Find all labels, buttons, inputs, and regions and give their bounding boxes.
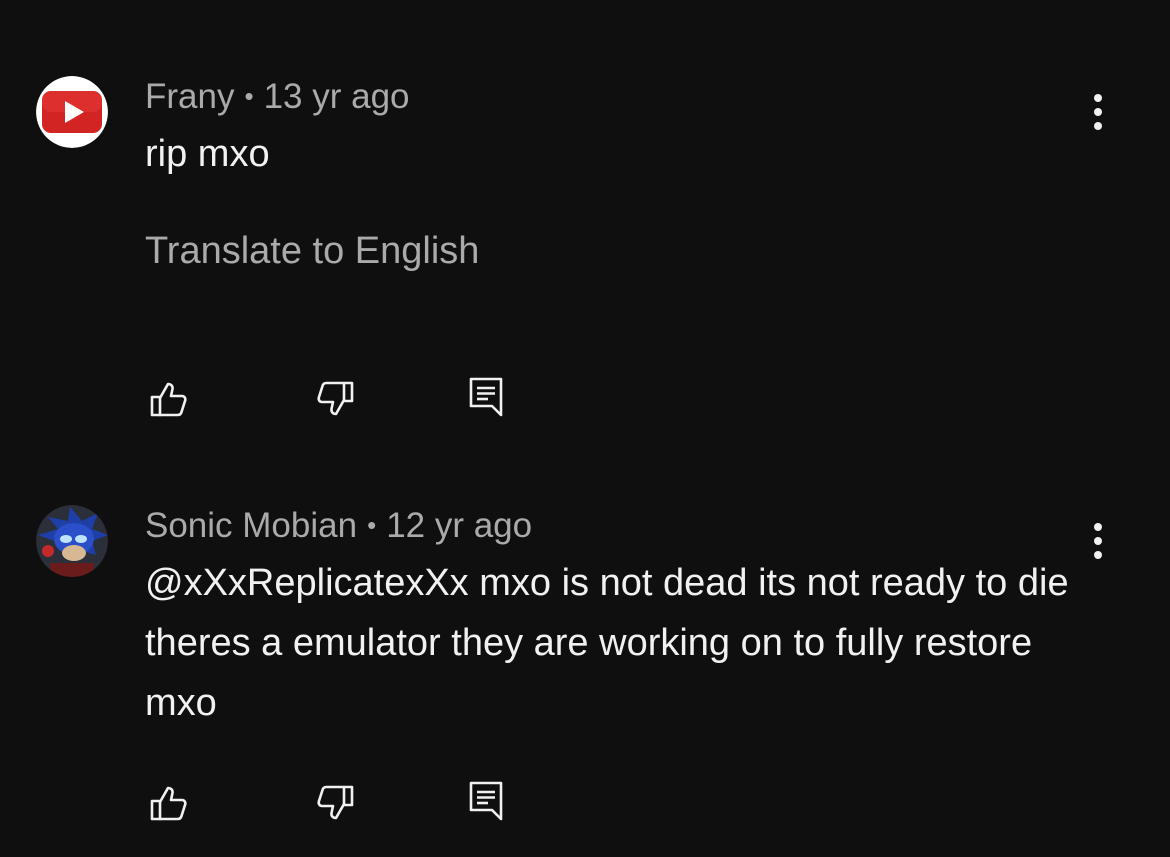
comment-text: @xXxReplicatexXx mxo is not dead its not…: [145, 562, 1069, 724]
like-button[interactable]: [146, 377, 190, 421]
comment-author[interactable]: Sonic Mobian: [145, 506, 357, 545]
avatar[interactable]: [36, 505, 108, 577]
comment-meta: Frany • 13 yr ago: [145, 77, 410, 119]
meta-separator: •: [367, 510, 377, 540]
reply-icon: [469, 781, 503, 821]
youtube-logo-icon: [36, 76, 108, 148]
sonic-avatar-image: [36, 505, 108, 577]
thumbs-down-icon: [317, 785, 354, 820]
reply-button[interactable]: [464, 375, 508, 419]
thumbs-up-icon: [150, 786, 187, 821]
reply-button[interactable]: [464, 779, 508, 823]
thumbs-down-icon: [317, 381, 354, 416]
comment-text: rip mxo: [145, 133, 270, 175]
comment-timestamp: 13 yr ago: [263, 77, 410, 116]
reply-icon: [469, 377, 503, 417]
like-button[interactable]: [146, 781, 190, 825]
comment-meta: Sonic Mobian • 12 yr ago: [145, 506, 532, 548]
comment-author[interactable]: Frany: [145, 77, 234, 116]
thumbs-up-icon: [150, 382, 187, 417]
avatar[interactable]: [36, 76, 108, 148]
dislike-button[interactable]: [314, 377, 358, 421]
meta-separator: •: [244, 81, 254, 111]
dislike-button[interactable]: [314, 781, 358, 825]
comment-timestamp: 12 yr ago: [386, 506, 533, 545]
translate-link[interactable]: Translate to English: [145, 229, 479, 273]
